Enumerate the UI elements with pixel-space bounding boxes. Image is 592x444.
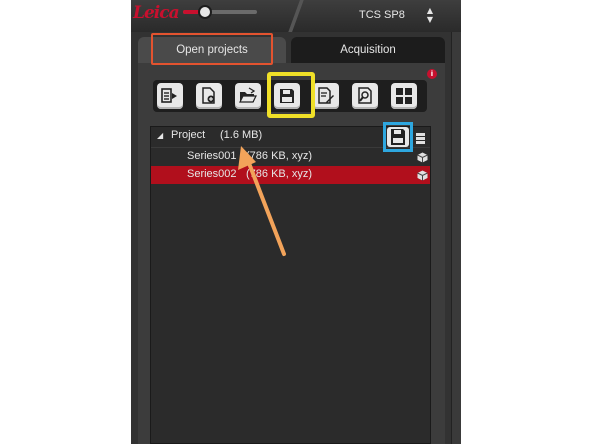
project-name: Project (171, 129, 206, 141)
open-project-button[interactable] (235, 83, 261, 109)
grid-icon (396, 88, 412, 104)
info-icon[interactable]: i (427, 69, 437, 79)
highlight-save-button (267, 72, 315, 118)
top-bar: Leica TCS SP8 ▲ ▼ (131, 0, 461, 32)
series-info: (786 KB, xyz) (246, 150, 313, 162)
find-in-project-button[interactable] (352, 83, 378, 109)
new-file-icon (202, 87, 215, 104)
collapse-triangle-icon[interactable]: ◢ (157, 131, 163, 140)
search-document-icon (358, 87, 372, 104)
topbar-divider (281, 0, 311, 32)
highlight-project-save (383, 122, 413, 152)
cube-icon (414, 167, 430, 183)
open-folder-icon (239, 87, 257, 103)
series-info: (786 KB, xyz) (246, 168, 313, 180)
leica-las-x-window: Leica TCS SP8 ▲ ▼ Open projects Acquisiti… (131, 0, 461, 444)
series-name: Series002 (187, 168, 237, 180)
edit-project-button[interactable] (313, 83, 339, 109)
export-button[interactable] (157, 83, 183, 109)
series-name: Series001 (187, 150, 237, 162)
new-project-button[interactable] (196, 83, 222, 109)
project-tree: ◢ Project (1.6 MB) Series001 (786 KB, xy… (150, 126, 431, 444)
tab-acquisition[interactable]: Acquisition (291, 37, 445, 63)
edit-document-icon (318, 87, 334, 104)
project-size: (1.6 MB) (220, 129, 263, 141)
cube-icon (414, 149, 430, 165)
tree-row-series002[interactable]: Series002 (786 KB, xyz) (151, 166, 430, 184)
zoom-slider-handle[interactable] (198, 5, 213, 19)
layout-button[interactable] (391, 83, 417, 109)
instrument-name: TCS SP8 (359, 9, 405, 21)
export-icon (161, 88, 177, 103)
highlight-tab-open-projects (151, 33, 273, 65)
instrument-spinner-icon[interactable]: ▲ ▼ (424, 6, 436, 26)
tab-acquisition-label: Acquisition (340, 44, 396, 56)
right-panel-edge (451, 32, 461, 444)
leica-logo: Leica (133, 3, 180, 23)
stack-icon (414, 130, 428, 144)
zoom-slider[interactable] (183, 5, 257, 19)
